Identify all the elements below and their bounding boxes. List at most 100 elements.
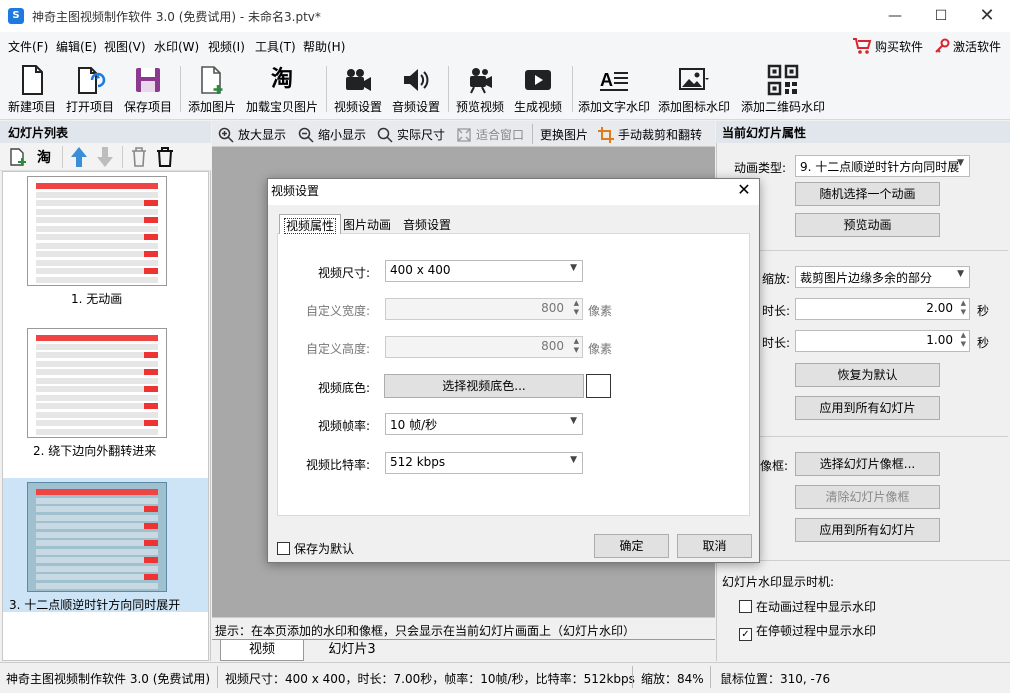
slide-list[interactable]: 1. 无动画 2. 绕下边向外翻转进来 3. 十二点顺逆时针方向同时展开 — [2, 171, 209, 661]
thumbnail-row — [36, 276, 158, 283]
preview-anim-button[interactable]: 预览动画 — [795, 213, 940, 237]
spinner-arrows-icon[interactable]: ▲ ▼ — [574, 299, 579, 317]
video-settings-button[interactable]: 视频设置 — [330, 62, 386, 116]
buy-software-button[interactable]: 购买软件 — [852, 36, 923, 56]
zoom-in-button[interactable]: 放大显示 — [218, 126, 286, 143]
menu-file[interactable]: 文件(F) — [8, 38, 48, 55]
checkbox-checked-icon[interactable]: ✓ — [739, 628, 752, 641]
random-anim-button[interactable]: 随机选择一个动画 — [795, 182, 940, 206]
preview-video-label: 预览视频 — [455, 100, 504, 114]
checkbox-unchecked-icon[interactable] — [277, 542, 290, 555]
clear-frame-button[interactable]: 清除幻灯片像框 — [795, 485, 940, 509]
slide-thumbnail-3[interactable] — [27, 482, 167, 592]
add-image-button[interactable]: 添加图片 — [184, 62, 240, 116]
anim-type-value: 9. 十二点顺逆时针方向同时展 — [800, 160, 960, 174]
thumbnail-row — [36, 191, 158, 198]
thumbnail-dot — [144, 574, 158, 580]
slide-thumbnail-1[interactable] — [27, 176, 167, 286]
tab-image-animation[interactable]: 图片动画 — [339, 214, 395, 234]
move-up-icon[interactable] — [70, 146, 88, 168]
delete-slide-icon[interactable] — [130, 146, 148, 168]
apply-frame-all-button[interactable]: 应用到所有幻灯片 — [795, 518, 940, 542]
bg-color-swatch[interactable] — [586, 374, 611, 398]
add-icon-watermark-button[interactable]: 添加图标水印 — [656, 62, 732, 116]
choose-frame-button[interactable]: 选择幻灯片像框... — [795, 452, 940, 476]
replace-image-button[interactable]: 更换图片 — [540, 126, 588, 143]
fit-window-button[interactable]: 适合窗口 — [456, 126, 524, 143]
thumbnail-row — [36, 506, 158, 512]
bitrate-select[interactable]: 512 kbps ▼ — [385, 452, 583, 474]
apply-all-slides-button[interactable]: 应用到所有幻灯片 — [795, 396, 940, 420]
zoom-out-label: 缩小显示 — [318, 128, 367, 142]
video-size-select[interactable]: 400 x 400 ▼ — [385, 260, 583, 282]
pause-duration-spinner[interactable]: 1.00 ▲ ▼ — [795, 330, 970, 352]
minimize-icon[interactable]: — — [872, 0, 918, 32]
add-slide-icon[interactable] — [8, 147, 28, 167]
actual-size-button[interactable]: 实际尺寸 — [377, 126, 445, 143]
taobao-slide-icon[interactable]: 淘 — [37, 147, 51, 167]
add-qr-watermark-button[interactable]: 添加二维码水印 — [738, 62, 828, 116]
tab-video-properties[interactable]: 视频属性 — [279, 214, 342, 234]
preview-video-button[interactable]: 预览视频 — [452, 62, 508, 116]
save-disk-icon — [132, 64, 164, 96]
ok-button[interactable]: 确定 — [594, 534, 669, 558]
menu-help[interactable]: 帮助(H) — [303, 38, 345, 55]
new-project-button[interactable]: 新建项目 — [4, 62, 60, 116]
manual-crop-button[interactable]: 手动裁剪和翻转 — [598, 126, 702, 143]
seconds-unit: 秒 — [977, 304, 990, 318]
dialog-title-bar[interactable] — [268, 179, 759, 205]
generate-video-button[interactable]: 生成视频 — [510, 62, 566, 116]
audio-settings-button[interactable]: 音频设置 — [388, 62, 444, 116]
spinner-arrows-icon[interactable]: ▲ ▼ — [961, 299, 966, 317]
zoom-mode-select[interactable]: 裁剪图片边缘多余的部分 ▼ — [795, 266, 970, 288]
thumbnail-row — [36, 514, 158, 521]
status-zoom: 缩放：84% — [641, 672, 704, 686]
status-app-name: 神奇主图视频制作软件 3.0 (免费试用) — [6, 672, 211, 686]
spinner-arrows-icon[interactable]: ▲ ▼ — [574, 337, 579, 355]
save-project-button[interactable]: 保存项目 — [120, 62, 176, 116]
choose-bg-color-button[interactable]: 选择视频底色... — [384, 374, 584, 398]
thumbnail-dot — [144, 217, 158, 223]
maximize-icon[interactable]: ☐ — [918, 0, 964, 32]
menu-tools[interactable]: 工具(T) — [255, 38, 296, 55]
menu-view[interactable]: 视图(V) — [104, 38, 146, 55]
save-default-checkbox[interactable]: 保存为默认 — [277, 540, 354, 557]
close-window-icon[interactable]: ✕ — [964, 0, 1010, 32]
move-down-icon[interactable] — [96, 146, 114, 168]
dialog-close-icon[interactable]: ✕ — [734, 180, 754, 200]
seconds-unit: 秒 — [977, 336, 990, 350]
video-camera-icon — [342, 64, 374, 96]
thumbnail-row — [36, 557, 158, 563]
custom-width-spinner[interactable]: 800 ▲ ▼ — [385, 298, 583, 320]
spinner-arrows-icon[interactable]: ▲ ▼ — [961, 331, 966, 349]
clear-slides-icon[interactable] — [156, 146, 174, 168]
custom-height-spinner[interactable]: 800 ▲ ▼ — [385, 336, 583, 358]
duration-spinner[interactable]: 2.00 ▲ ▼ — [795, 298, 970, 320]
thumbnail-row — [36, 497, 158, 504]
width-pixel-unit: 像素 — [588, 304, 613, 318]
frame-rate-select[interactable]: 10 帧/秒 ▼ — [385, 413, 583, 435]
menu-video[interactable]: 视频(I) — [208, 38, 245, 55]
tab-video[interactable]: 视频 — [220, 640, 304, 661]
activate-software-button[interactable]: 激活软件 — [934, 36, 1001, 56]
save-default-label: 保存为默认 — [294, 542, 355, 556]
show-in-anim-checkbox[interactable]: 在动画过程中显示水印 — [739, 598, 876, 615]
checkbox-unchecked-icon[interactable] — [739, 600, 752, 613]
load-taobao-images-button[interactable]: 淘 加载宝贝图片 — [244, 62, 320, 116]
zoom-out-button[interactable]: 缩小显示 — [298, 126, 366, 143]
menu-watermark[interactable]: 水印(W) — [154, 38, 199, 55]
show-in-pause-checkbox[interactable]: ✓ 在停顿过程中显示水印 — [739, 622, 876, 641]
menu-edit[interactable]: 编辑(E) — [56, 38, 97, 55]
cancel-button[interactable]: 取消 — [677, 534, 752, 558]
restore-default-button[interactable]: 恢复为默认 — [795, 363, 940, 387]
slide-thumbnail-2[interactable] — [27, 328, 167, 438]
thumbnail-row — [36, 420, 158, 426]
divider — [760, 250, 1008, 251]
open-project-button[interactable]: 打开项目 — [62, 62, 118, 116]
frame-rate-label: 视频帧率: — [317, 419, 370, 433]
tab-slide-3[interactable]: 幻灯片3 — [304, 640, 400, 661]
thumbnail-row — [36, 489, 158, 495]
tab-audio-settings[interactable]: 音频设置 — [399, 214, 455, 234]
add-text-watermark-button[interactable]: A 添加文字水印 — [576, 62, 652, 116]
anim-type-select[interactable]: 9. 十二点顺逆时针方向同时展 ▼ — [795, 155, 970, 177]
